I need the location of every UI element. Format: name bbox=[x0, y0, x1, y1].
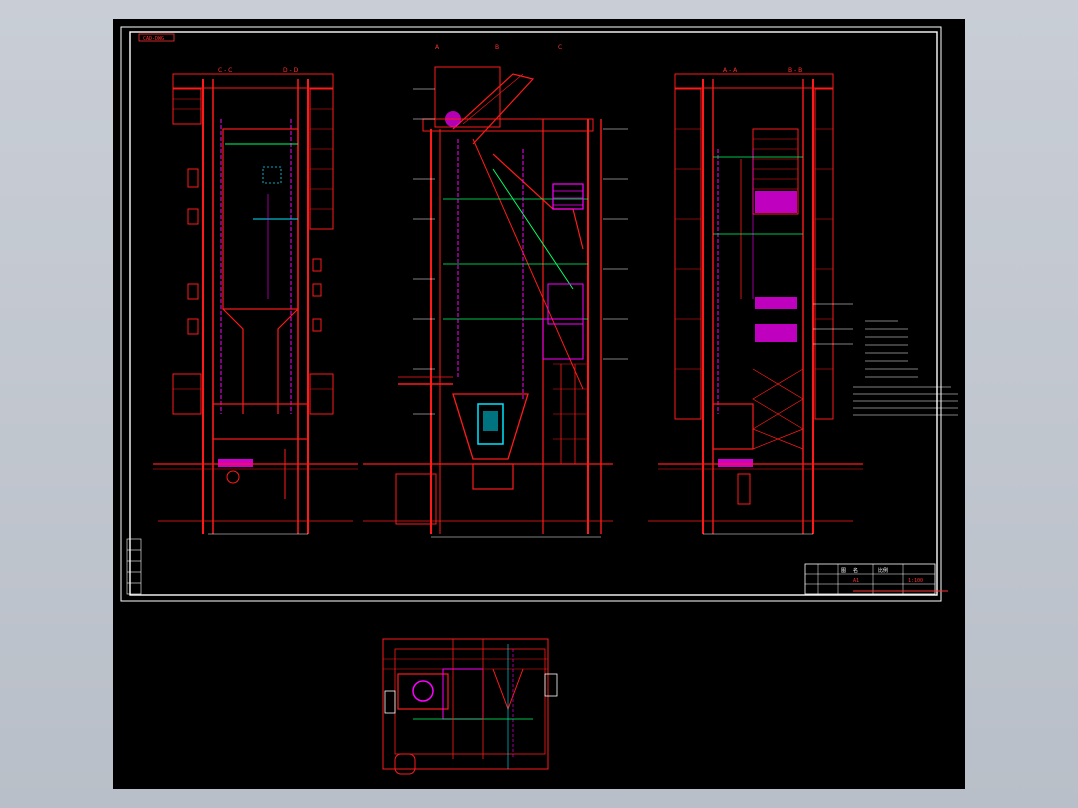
left-view-mark-1: C - C bbox=[218, 67, 232, 74]
left-section-view: C - C D - D bbox=[153, 67, 358, 535]
title-block-cell-3: 比例 bbox=[878, 567, 888, 574]
title-block-cell-2: 名 bbox=[853, 567, 858, 574]
center-view-mark-a: A bbox=[435, 44, 440, 51]
right-view-mark-2: B - B bbox=[788, 67, 802, 74]
right-view-mark-1: A - A bbox=[723, 67, 738, 74]
right-section-view: A - A B - B bbox=[648, 67, 863, 535]
center-section-view: A B C bbox=[363, 44, 628, 538]
left-view-mark-2: D - D bbox=[283, 67, 299, 74]
title-block-scale: 1:100 bbox=[908, 578, 923, 584]
boiler-elevation-drawing: CAD-DWG C - C D - D A B C A - A B - B 图 … bbox=[120, 26, 958, 775]
title-block: 图 名 比例 A1 1:100 bbox=[804, 563, 948, 595]
sheet-outer-border bbox=[120, 26, 942, 602]
plan-view-thumbnail bbox=[382, 638, 558, 775]
title-block-sheet-size: A1 bbox=[853, 578, 859, 584]
revision-table bbox=[126, 538, 142, 595]
sheet-tag: CAD-DWG bbox=[143, 36, 164, 42]
sheet-inner-border bbox=[129, 31, 938, 596]
title-block-cell-1: 图 bbox=[841, 568, 846, 574]
design-notes-block bbox=[853, 320, 958, 416]
center-view-mark-b: B bbox=[495, 44, 499, 51]
cad-drawing-canvas[interactable]: CAD-DWG C - C D - D A B C A - A B - B 图 … bbox=[113, 19, 965, 789]
center-view-mark-c: C bbox=[558, 44, 562, 51]
